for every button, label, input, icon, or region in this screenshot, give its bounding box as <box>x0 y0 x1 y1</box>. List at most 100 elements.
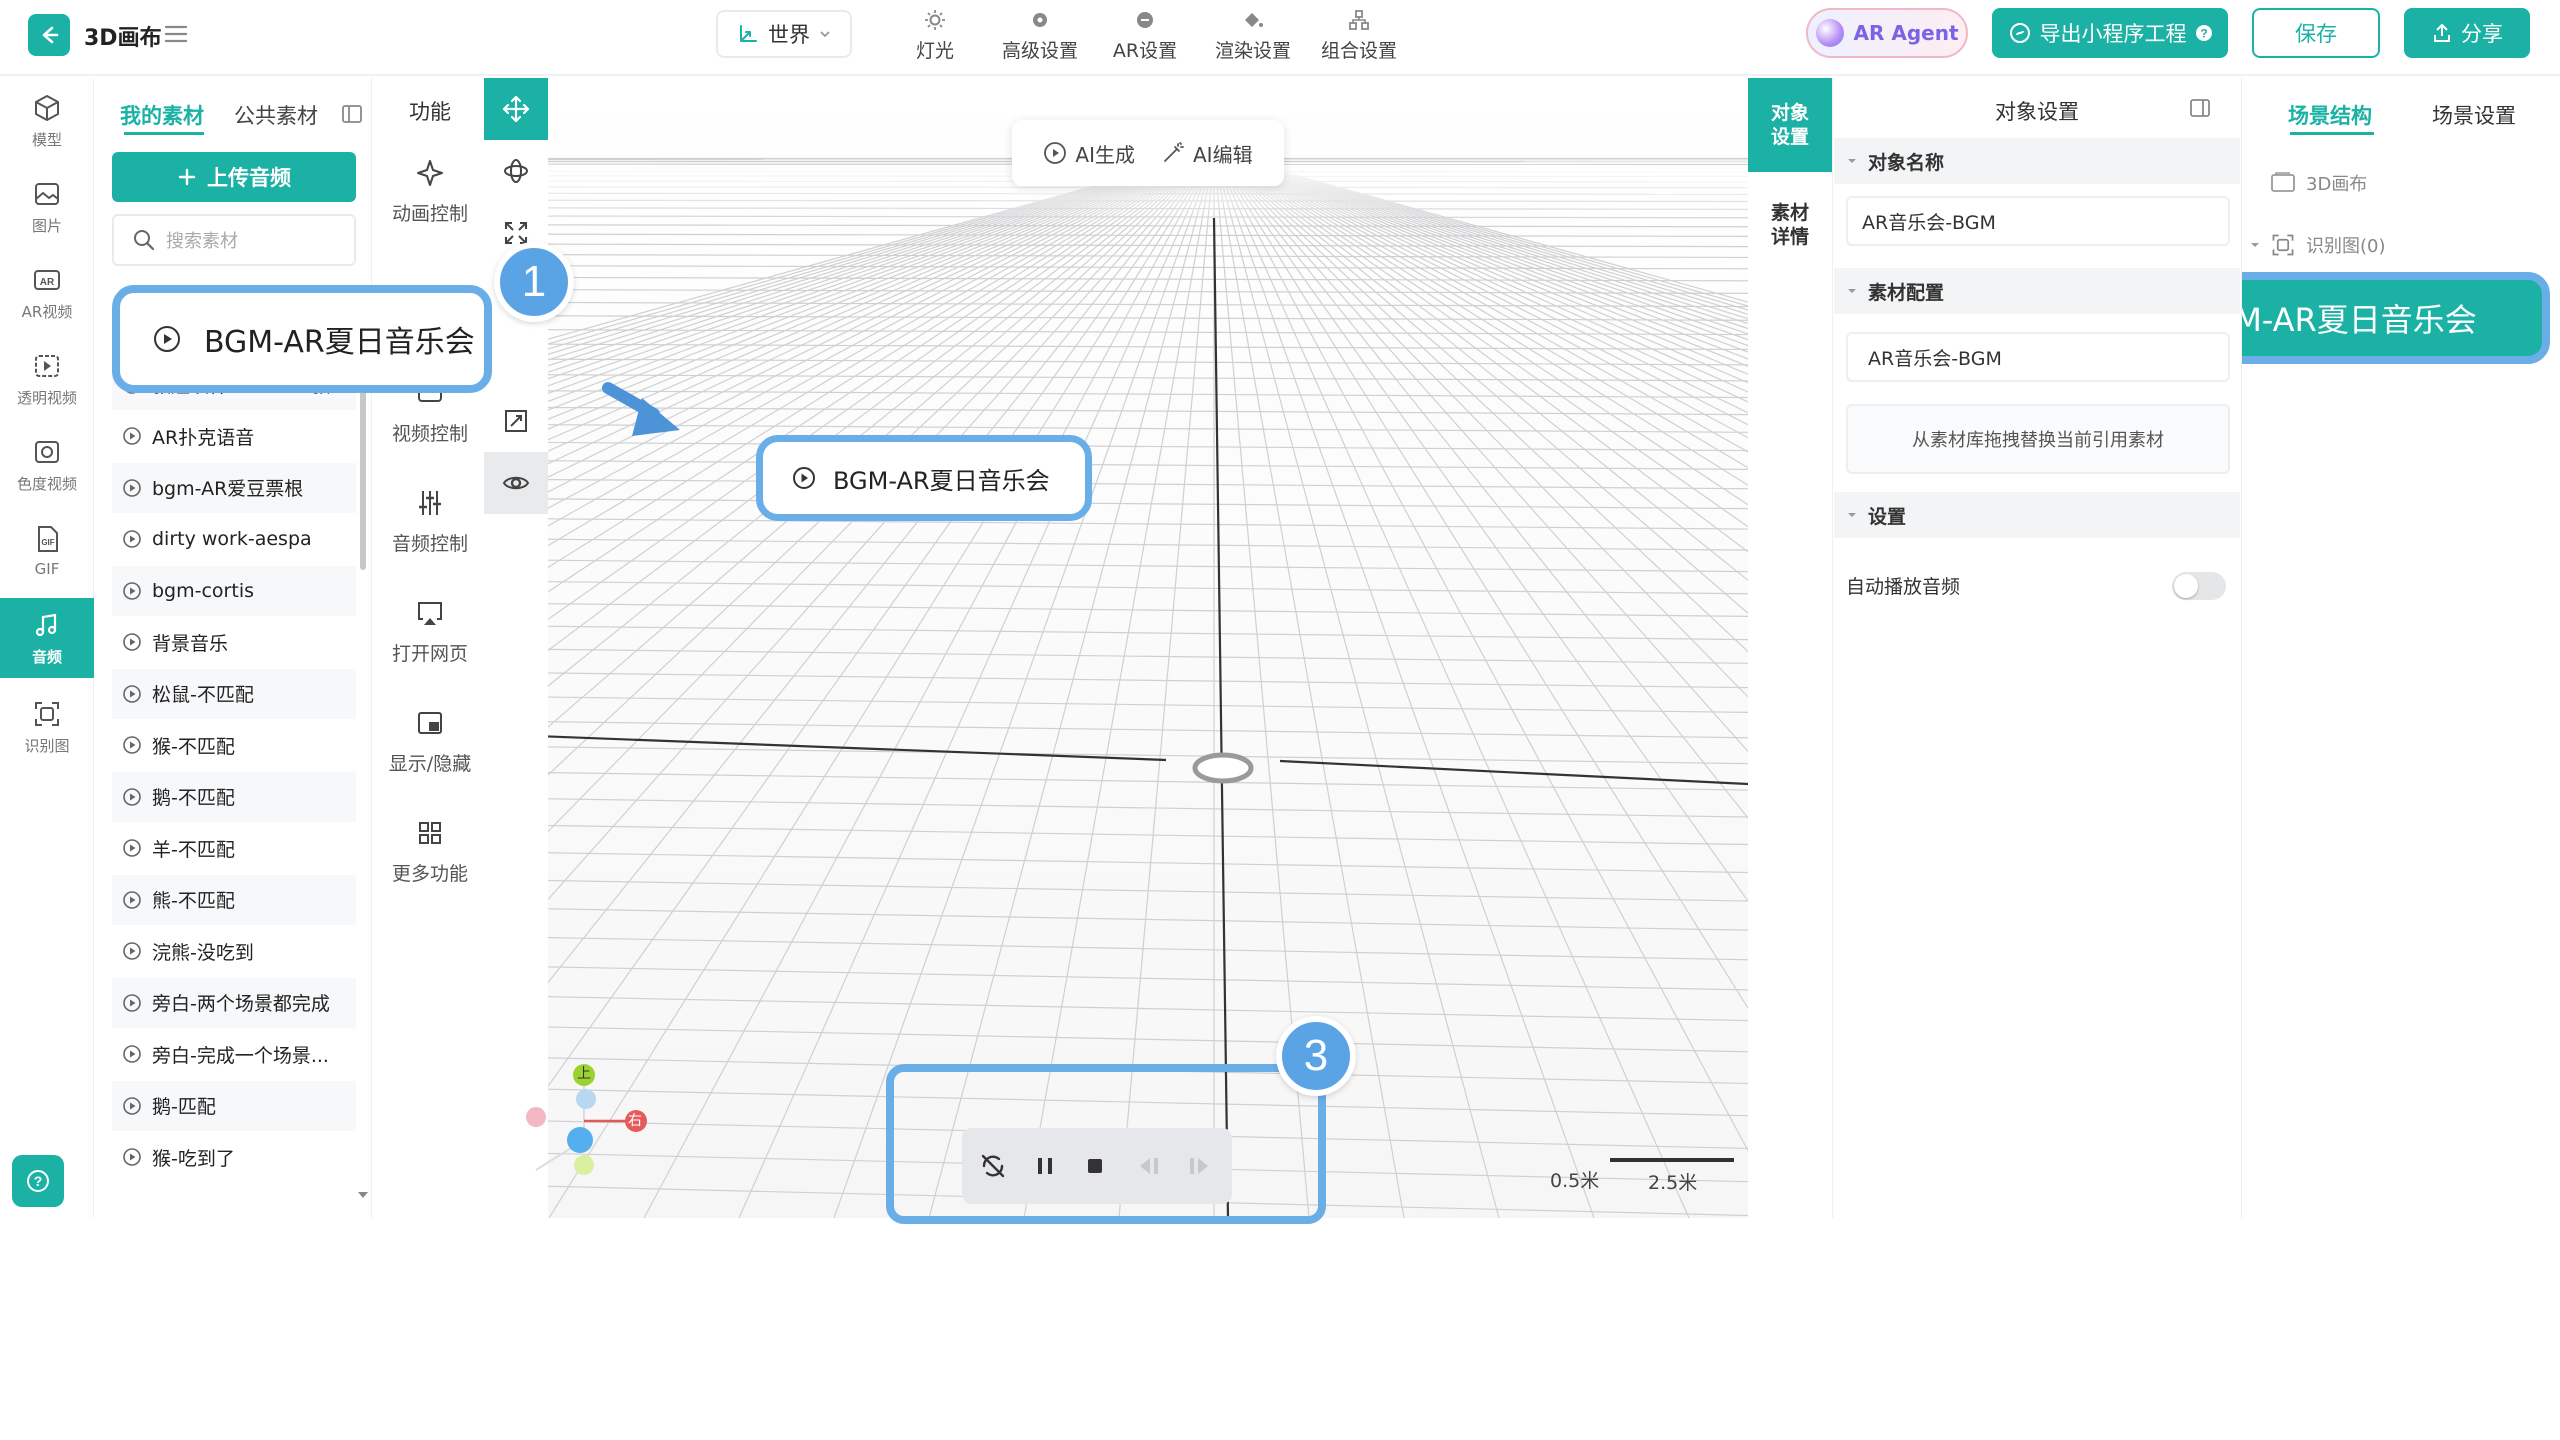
stop-icon[interactable] <box>1082 1153 1108 1179</box>
play-circle-icon[interactable] <box>122 478 142 498</box>
autoplay-label: 自动播放音频 <box>1846 576 1961 598</box>
tool-fit[interactable] <box>484 390 548 452</box>
tab-material-details[interactable]: 素材详情 <box>1748 178 1832 272</box>
func-audio-control[interactable]: 音频控制 <box>374 476 486 566</box>
rail-item-chroma-video[interactable]: 色度视频 <box>0 426 94 504</box>
material-list-item[interactable]: 熊-不匹配 <box>112 874 356 925</box>
func-label: 打开网页 <box>391 642 468 665</box>
canvas-audio-object[interactable]: BGM-AR夏日音乐会 <box>756 435 1092 521</box>
play-circle-icon[interactable] <box>122 735 142 755</box>
material-list-item[interactable]: 浣熊-没吃到 <box>112 926 356 976</box>
tool-render[interactable]: 渲染设置 <box>1198 6 1308 64</box>
material-list-item[interactable]: 羊-不匹配 <box>112 823 356 873</box>
rail-item-recognition[interactable]: 识别图 <box>0 688 94 766</box>
material-list-item[interactable]: 松鼠-不匹配 <box>112 668 356 719</box>
section-settings[interactable]: 设置 <box>1834 492 2240 538</box>
material-list-item[interactable]: AR扑克语音 <box>112 411 356 461</box>
play-circle-icon[interactable] <box>122 941 142 961</box>
tool-move[interactable] <box>484 78 548 140</box>
func-open-webpage[interactable]: 打开网页 <box>374 586 486 676</box>
share-button[interactable]: 分享 <box>2404 8 2530 58</box>
material-drop-zone[interactable]: 从素材库拖拽替换当前引用素材 <box>1846 404 2230 474</box>
next-icon[interactable] <box>1186 1153 1216 1179</box>
tab-object-settings[interactable]: 对象设置 <box>1748 78 1832 172</box>
material-item-label: 旁白-两个场景都完成 <box>152 993 330 1015</box>
rail-item-transparent-video[interactable]: 透明视频 <box>0 340 94 418</box>
axis-right-label: 右 <box>628 1113 642 1129</box>
material-list-item[interactable]: 猴-不匹配 <box>112 720 356 770</box>
material-list-item[interactable]: 旁白-完成一个场景... <box>112 1029 356 1079</box>
material-list-item[interactable]: 鹅-匹配 <box>112 1080 356 1131</box>
ai-generate-button[interactable]: AI生成 <box>1043 139 1135 168</box>
list-scrollbar[interactable] <box>360 370 366 570</box>
tab-public-materials[interactable]: 公共素材 <box>234 100 318 130</box>
tool-light-label: 灯光 <box>915 39 954 62</box>
upload-audio-button[interactable]: 上传音频 <box>112 152 356 202</box>
collapse-panel-icon[interactable] <box>340 102 364 126</box>
export-miniprogram-button[interactable]: 导出小程序工程 ? <box>1992 8 2228 58</box>
loop-off-icon[interactable] <box>978 1151 1008 1181</box>
tool-ar-label: AR设置 <box>1112 39 1178 62</box>
func-show-hide[interactable]: 显示/隐藏 <box>374 696 486 786</box>
back-button[interactable] <box>28 14 70 56</box>
pause-icon[interactable] <box>1032 1153 1058 1179</box>
object-name-input[interactable]: AR音乐会-BGM <box>1846 196 2230 246</box>
play-circle-icon[interactable] <box>122 787 142 807</box>
tool-visibility[interactable] <box>484 452 548 514</box>
share-label: 分享 <box>2461 22 2503 46</box>
rail-item-image[interactable]: 图片 <box>0 168 94 246</box>
play-circle-icon[interactable] <box>122 1147 142 1167</box>
play-circle-icon[interactable] <box>122 529 142 549</box>
rail-item-audio[interactable]: 音频 <box>0 598 94 678</box>
search-input[interactable]: 搜索素材 <box>112 214 356 266</box>
tool-light[interactable]: 灯光 <box>880 6 990 64</box>
previous-icon[interactable] <box>1132 1153 1162 1179</box>
tab-scene-settings[interactable]: 场景设置 <box>2432 100 2516 130</box>
3d-viewport[interactable] <box>484 78 1748 1218</box>
material-list-item[interactable]: bgm-AR爱豆票根 <box>112 462 356 513</box>
play-circle-icon[interactable] <box>122 426 142 446</box>
tool-advanced[interactable]: 高级设置 <box>985 6 1095 64</box>
material-list-item[interactable]: 背景音乐 <box>112 617 356 667</box>
material-list-item[interactable]: 鹅-不匹配 <box>112 771 356 822</box>
scroll-down-arrow-icon[interactable] <box>356 1190 370 1200</box>
tool-rotate[interactable] <box>484 140 548 202</box>
rail-item-ar-video[interactable]: AR AR视频 <box>0 254 94 332</box>
section-object-name[interactable]: 对象名称 <box>1834 138 2240 184</box>
ar-video-icon: AR <box>34 269 60 290</box>
ar-agent-button[interactable]: AR Agent <box>1806 8 1968 58</box>
panel-toggle-icon[interactable] <box>2188 96 2212 120</box>
play-circle-icon[interactable] <box>122 838 142 858</box>
tool-group[interactable]: 组合设置 <box>1304 6 1414 64</box>
tool-ar[interactable]: AR设置 <box>1090 6 1200 64</box>
material-reference-field[interactable]: AR音乐会-BGM <box>1846 332 2230 382</box>
menu-icon[interactable] <box>162 20 190 48</box>
material-list-item[interactable]: 猴-吃到了 <box>112 1132 356 1182</box>
callout-3-badge: 3 <box>1276 1016 1356 1096</box>
material-list-item[interactable]: dirty work-aespa <box>112 514 356 564</box>
section-material-config[interactable]: 素材配置 <box>1834 268 2240 314</box>
tree-item-recognition[interactable]: 识别图(0) <box>2250 232 2386 258</box>
rail-item-model[interactable]: 模型 <box>0 82 94 160</box>
eye-icon <box>502 476 530 490</box>
tab-my-materials[interactable]: 我的素材 <box>120 100 204 130</box>
play-circle-icon[interactable] <box>122 581 142 601</box>
tab-scene-structure[interactable]: 场景结构 <box>2288 100 2372 130</box>
rail-item-gif[interactable]: GIF GIF <box>0 512 94 590</box>
world-select[interactable]: 世界 <box>716 10 852 58</box>
play-circle-icon[interactable] <box>122 1096 142 1116</box>
help-button[interactable]: ? <box>12 1155 64 1207</box>
play-circle-icon[interactable] <box>122 890 142 910</box>
play-circle-icon[interactable] <box>122 632 142 652</box>
play-circle-icon[interactable] <box>122 993 142 1013</box>
material-list-item[interactable]: 旁白-两个场景都完成 <box>112 977 356 1028</box>
func-more[interactable]: 更多功能 <box>374 806 486 896</box>
tree-item-canvas[interactable]: 3D画布 <box>2270 170 2367 196</box>
material-list-item[interactable]: bgm-cortis <box>112 565 356 616</box>
save-button[interactable]: 保存 <box>2252 8 2380 58</box>
play-circle-icon[interactable] <box>122 1044 142 1064</box>
tree-item-label: 3D画布 <box>2306 174 2368 195</box>
play-circle-icon[interactable] <box>122 684 142 704</box>
func-animation-control[interactable]: 动画控制 <box>374 146 486 236</box>
ai-edit-button[interactable]: AI编辑 <box>1161 139 1253 168</box>
